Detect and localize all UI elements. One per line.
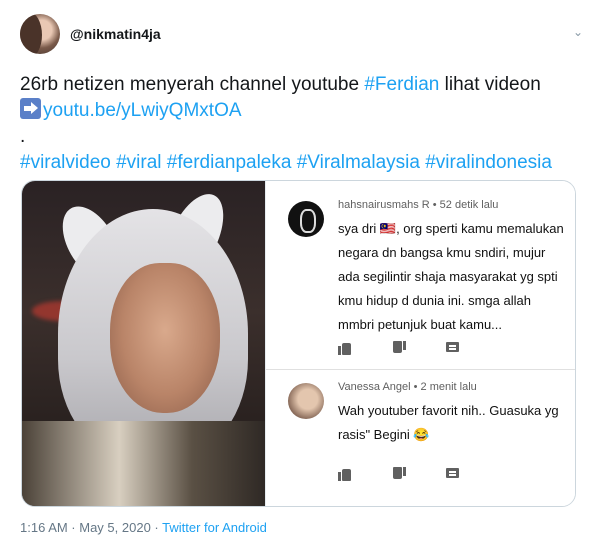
comment-actions [338,341,500,355]
comment-meta: Vanessa Angel • 2 menit lalu [338,381,477,393]
dot-line: . [20,126,26,147]
comments-panel: hahsnairusmahs R • 52 detik lalu sya dri… [265,181,575,506]
divider [266,369,575,370]
comment-actions [338,467,500,481]
avatar[interactable] [20,14,60,54]
caret-down-icon[interactable]: ⌄ [570,24,586,40]
reply-icon [446,341,460,355]
commenter-avatar [288,201,324,237]
thumbs-down-icon [392,341,406,355]
reply-icon [446,467,460,481]
hashtag-link[interactable]: #Ferdian [364,74,439,95]
tweet-text: 26rb netizen menyerah channel youtube #F… [20,72,580,176]
media-image[interactable]: hahsnairusmahs R • 52 detik lalu sya dri… [21,180,576,507]
tweet-text-part: lihat videon [439,74,541,95]
timestamp[interactable]: 1:16 AM · May 5, 2020 · [20,520,162,535]
source-link[interactable]: Twitter for Android [162,520,267,535]
thumbs-down-icon [392,467,406,481]
hashtags[interactable]: #viralvideo #viral #ferdianpaleka #Viral… [20,152,552,173]
tweet-header: @nikmatin4ja [20,14,580,54]
comment-body: Wah youtuber favorit nih.. Guasuka yg ra… [338,403,559,442]
tweet-text-part: 26rb netizen menyerah channel youtube [20,74,365,95]
arrow-right-emoji-icon [20,98,41,119]
tweet-card: @nikmatin4ja ⌄ 26rb netizen menyerah cha… [0,0,594,544]
comment-body: sya dri 🇲🇾, org sperti kamu memalukan ne… [338,221,564,332]
user-handle[interactable]: @nikmatin4ja [70,26,161,42]
comment-meta: hahsnairusmahs R • 52 detik lalu [338,199,499,211]
youtube-link[interactable]: youtu.be/yLwiyQMxtOA [43,100,242,121]
commenter-avatar [288,383,324,419]
thumbs-up-icon [338,341,352,355]
tweet-footer: 1:16 AM · May 5, 2020 · Twitter for Andr… [20,520,267,535]
video-frame-photo [22,181,265,506]
thumbs-up-icon [338,467,352,481]
